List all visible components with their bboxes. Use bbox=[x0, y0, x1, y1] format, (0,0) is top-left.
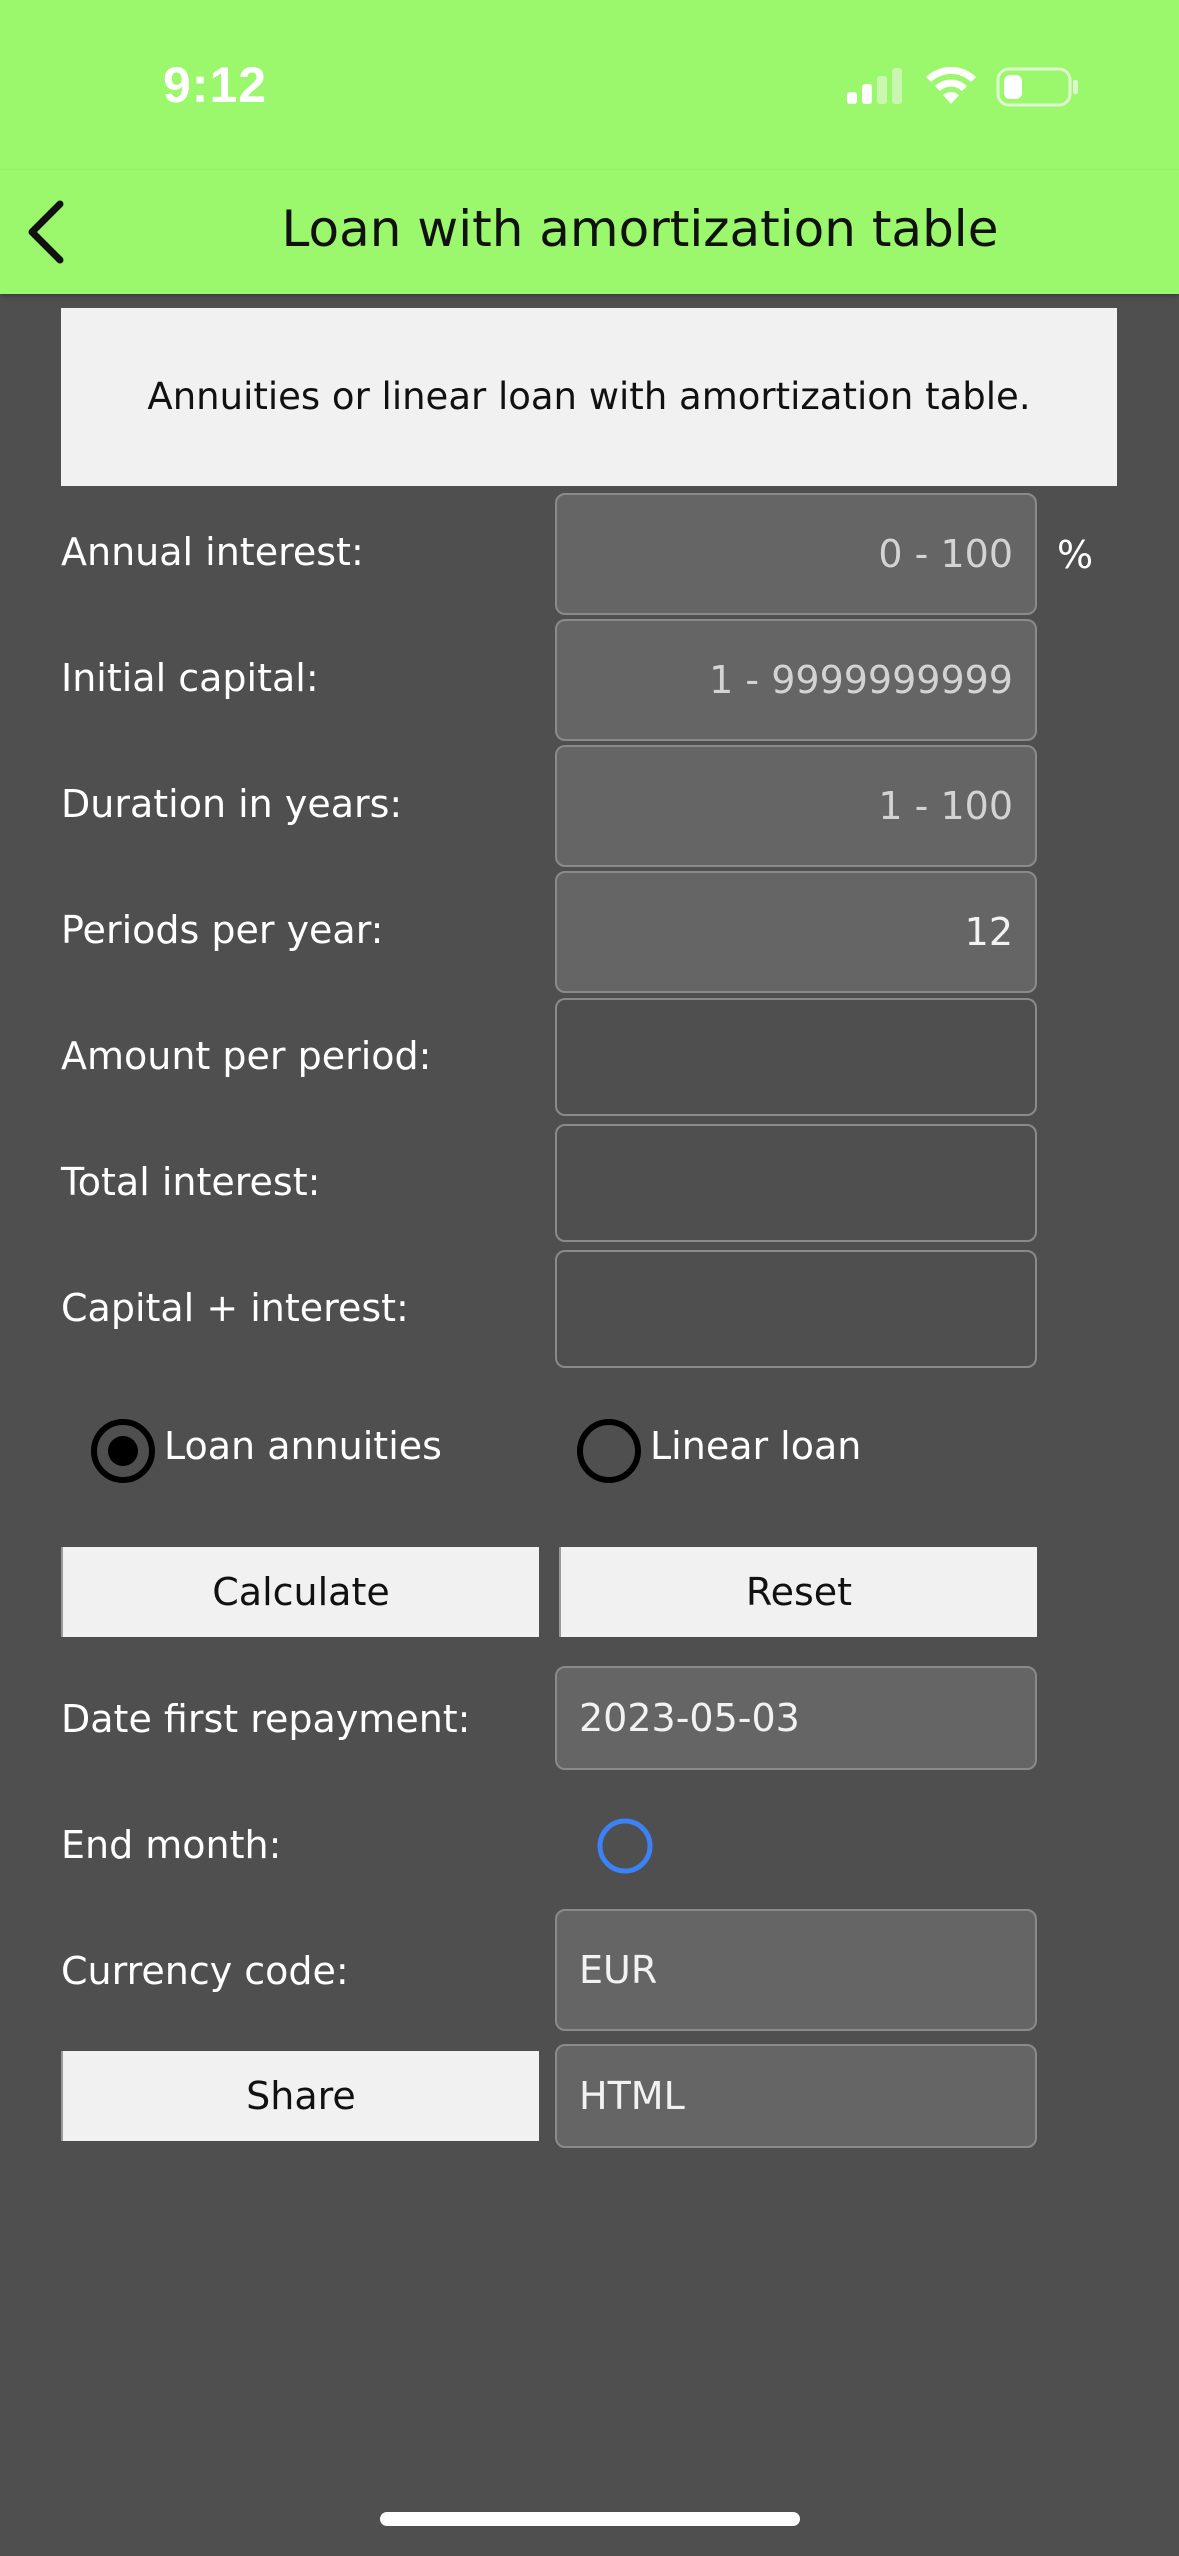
capital-interest-output bbox=[555, 1250, 1037, 1368]
periods-input[interactable] bbox=[555, 871, 1037, 993]
amount-per-period-label: Amount per period: bbox=[61, 1034, 432, 1078]
description-banner: Annuities or linear loan with amortizati… bbox=[61, 308, 1117, 486]
capital-interest-label: Capital + interest: bbox=[61, 1286, 409, 1330]
percent-unit: % bbox=[1057, 533, 1094, 577]
status-time: 9:12 bbox=[163, 57, 268, 113]
duration-label: Duration in years: bbox=[61, 782, 403, 826]
home-indicator[interactable] bbox=[380, 2512, 800, 2526]
total-interest-output bbox=[555, 1124, 1037, 1242]
annual-interest-input[interactable] bbox=[555, 493, 1037, 615]
currency-code-input[interactable] bbox=[555, 1909, 1037, 2031]
calculate-button[interactable]: Calculate bbox=[61, 1547, 539, 1637]
status-bar: 9:12 bbox=[0, 0, 1179, 170]
linear-loan-label[interactable]: Linear loan bbox=[650, 1424, 861, 1468]
nav-bar: Loan with amortization table bbox=[0, 170, 1179, 294]
annual-interest-label: Annual interest: bbox=[61, 530, 364, 574]
page-title: Loan with amortization table bbox=[281, 200, 999, 258]
battery-low-icon bbox=[996, 67, 1078, 107]
share-format-input[interactable] bbox=[555, 2044, 1037, 2148]
chevron-left-icon[interactable] bbox=[22, 196, 70, 268]
initial-capital-label: Initial capital: bbox=[61, 656, 319, 700]
loan-annuities-label[interactable]: Loan annuities bbox=[164, 1424, 442, 1468]
share-button[interactable]: Share bbox=[61, 2051, 539, 2141]
end-month-toggle[interactable] bbox=[596, 1817, 654, 1875]
date-first-repayment-label: Date first repayment: bbox=[61, 1697, 471, 1741]
loan-annuities-radio[interactable] bbox=[90, 1418, 156, 1484]
date-first-repayment-input[interactable] bbox=[555, 1666, 1037, 1770]
end-month-label: End month: bbox=[61, 1823, 282, 1867]
initial-capital-input[interactable] bbox=[555, 619, 1037, 741]
duration-input[interactable] bbox=[555, 745, 1037, 867]
wifi-icon bbox=[926, 66, 976, 104]
amount-per-period-output bbox=[555, 998, 1037, 1116]
linear-loan-radio[interactable] bbox=[576, 1418, 642, 1484]
currency-code-label: Currency code: bbox=[61, 1949, 349, 1993]
periods-label: Periods per year: bbox=[61, 908, 384, 952]
reset-button[interactable]: Reset bbox=[559, 1547, 1037, 1637]
total-interest-label: Total interest: bbox=[61, 1160, 321, 1204]
cellular-signal-icon bbox=[847, 68, 902, 104]
